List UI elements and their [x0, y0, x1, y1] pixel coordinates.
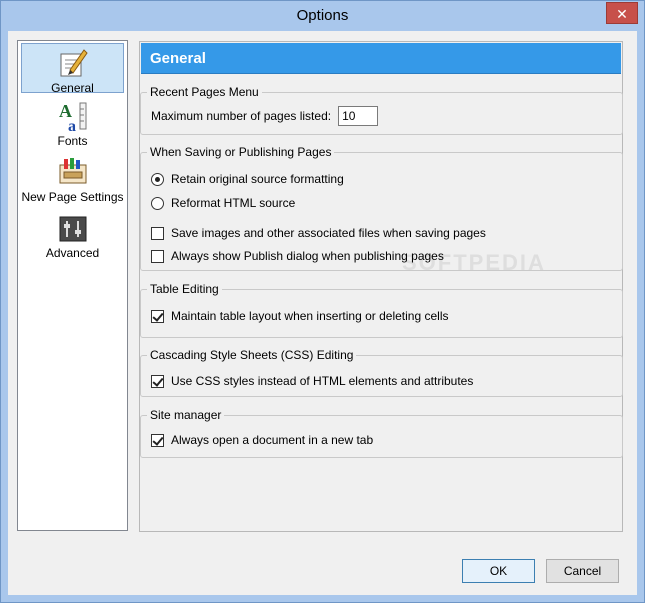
saving-group: When Saving or Publishing Pages Retain o… — [140, 145, 623, 271]
option-label: Retain original source formatting — [171, 172, 344, 186]
option-label: Maintain table layout when inserting or … — [171, 309, 449, 323]
font-icon: A a — [59, 101, 86, 133]
settings-panel: General SOFTPEDIA Recent Pages Menu Maxi… — [139, 41, 623, 532]
option-label: Always show Publish dialog when publishi… — [171, 249, 444, 263]
retain-formatting-radio[interactable] — [151, 172, 164, 186]
dialog-frame: General A a Fonts New Page Settings Adva… — [1, 31, 644, 602]
publish-dialog-option[interactable]: Always show Publish dialog when publishi… — [151, 247, 444, 265]
sidebar-item-label: Advanced — [45, 246, 100, 260]
option-label: Reformat HTML source — [171, 196, 296, 210]
close-button[interactable]: ✕ — [606, 2, 638, 24]
cancel-button[interactable]: Cancel — [546, 559, 619, 583]
maintain-layout-option[interactable]: Maintain table layout when inserting or … — [151, 307, 449, 325]
table-editing-group: Table Editing Maintain table layout when… — [140, 282, 623, 338]
site-manager-group: Site manager Always open a document in a… — [140, 408, 623, 458]
option-label: Use CSS styles instead of HTML elements … — [171, 374, 474, 388]
window-title: Options — [296, 7, 349, 24]
close-icon: ✕ — [616, 6, 628, 22]
group-title: Recent Pages Menu — [147, 85, 262, 99]
reformat-html-radio[interactable] — [151, 196, 164, 210]
sidebar-item-label: General — [51, 81, 94, 95]
category-list: General A a Fonts New Page Settings Adva… — [17, 40, 128, 531]
group-title: Table Editing — [147, 282, 222, 296]
group-title: When Saving or Publishing Pages — [147, 145, 335, 159]
group-title: Cascading Style Sheets (CSS) Editing — [147, 348, 357, 362]
max-pages-row: Maximum number of pages listed: 10 — [151, 106, 379, 126]
option-label: Always open a document in a new tab — [171, 433, 374, 447]
css-editing-group: Cascading Style Sheets (CSS) Editing Use… — [140, 348, 623, 397]
advanced-settings-icon — [59, 216, 86, 242]
title-bar[interactable]: Options ✕ — [1, 1, 644, 31]
max-pages-label: Maximum number of pages listed: — [151, 109, 332, 123]
save-images-checkbox[interactable] — [151, 226, 164, 240]
ok-button[interactable]: OK — [462, 559, 535, 583]
sidebar-item-advanced[interactable]: Advanced — [21, 209, 124, 261]
recent-pages-group: Recent Pages Menu Maximum number of page… — [140, 85, 623, 135]
save-images-option[interactable]: Save images and other associated files w… — [151, 224, 486, 242]
group-title: Site manager — [147, 408, 225, 422]
new-tab-checkbox[interactable] — [151, 433, 164, 447]
options-window: Options ✕ General A a Fonts New Page Set… — [0, 0, 645, 603]
svg-text:a: a — [68, 118, 76, 133]
new-tab-option[interactable]: Always open a document in a new tab — [151, 431, 373, 449]
sidebar-item-general[interactable]: General — [21, 43, 124, 95]
use-css-option[interactable]: Use CSS styles instead of HTML elements … — [151, 372, 473, 390]
sidebar-item-new-page-settings[interactable]: New Page Settings — [21, 153, 124, 207]
paint-settings-icon — [59, 158, 86, 184]
max-pages-input[interactable]: 10 — [338, 106, 379, 126]
reformat-html-option[interactable]: Reformat HTML source — [151, 194, 295, 212]
option-label: Save images and other associated files w… — [171, 226, 486, 240]
retain-formatting-option[interactable]: Retain original source formatting — [151, 170, 344, 188]
sidebar-item-label: Fonts — [57, 134, 88, 148]
sidebar-item-fonts[interactable]: A a Fonts — [21, 97, 124, 149]
panel-title: General — [141, 43, 621, 74]
maintain-layout-checkbox[interactable] — [151, 309, 164, 323]
use-css-checkbox[interactable] — [151, 374, 164, 388]
sidebar-item-label: New Page Settings — [21, 190, 124, 204]
publish-dialog-checkbox[interactable] — [151, 249, 164, 263]
pen-paper-icon — [60, 49, 88, 77]
